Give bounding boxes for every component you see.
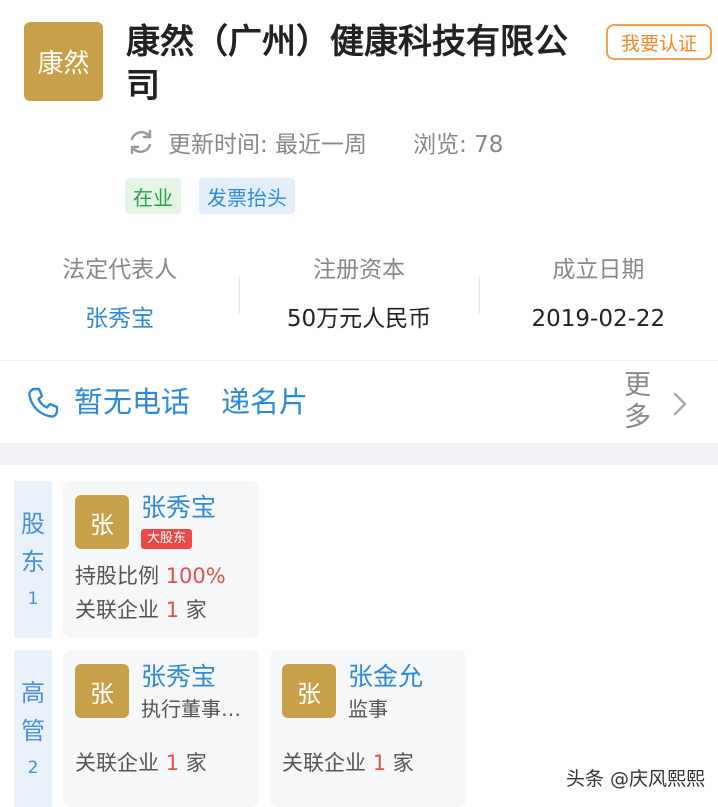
related-suffix: 家 — [392, 751, 414, 775]
legal-representative: 法定代表人 张秀宝 — [0, 250, 239, 342]
related-prefix: 关联企业 — [282, 751, 366, 775]
related-prefix: 关联企业 — [75, 751, 159, 775]
legal-rep-label: 法定代表人 — [62, 257, 178, 283]
related-prefix: 关联企业 — [75, 598, 159, 622]
executive-card[interactable]: 张 张秀宝 执行董事兼总经理 关联企业 1 家 — [63, 650, 259, 807]
shareholders-label[interactable]: 股东 1 — [14, 481, 52, 638]
avatar: 张 — [75, 495, 129, 549]
related-companies[interactable]: 关联企业 1 家 — [75, 595, 207, 625]
verify-button[interactable]: 我要认证 — [606, 24, 712, 60]
update-time: 更新时间: 最近一周 — [168, 132, 368, 158]
executives-title: 高管 — [21, 679, 45, 745]
executive-role: 监事 — [348, 697, 388, 721]
no-phone-text[interactable]: 暂无电话 — [74, 380, 190, 424]
executive-name[interactable]: 张金允 — [348, 660, 423, 694]
related-suffix: 家 — [185, 751, 207, 775]
avatar: 张 — [75, 664, 129, 718]
major-shareholder-badge: 大股东 — [141, 529, 193, 549]
send-card-button[interactable]: 递名片 — [221, 380, 308, 424]
related-count: 1 — [372, 751, 387, 775]
executive-role: 执行董事兼总经理 — [141, 697, 259, 721]
related-companies[interactable]: 关联企业 1 家 — [282, 748, 414, 778]
shareholders-count: 1 — [27, 589, 39, 609]
shareholders-title: 股东 — [21, 510, 45, 576]
date-value: 2019-02-22 — [531, 306, 666, 332]
chevron-right-icon[interactable] — [671, 390, 689, 418]
meta-row: 更新时间: 最近一周 浏览: 78 — [126, 124, 503, 160]
related-count: 1 — [165, 598, 180, 622]
view-count: 浏览: 78 — [413, 132, 504, 158]
company-logo-text: 康然 — [37, 49, 90, 79]
capital-label: 注册资本 — [312, 257, 405, 283]
holding-ratio: 持股比例 100% — [75, 561, 226, 591]
shareholder-name[interactable]: 张秀宝 — [141, 491, 216, 525]
related-companies[interactable]: 关联企业 1 家 — [75, 748, 207, 778]
company-name: 康然（广州）健康科技有限公司 — [126, 22, 568, 106]
legal-rep-link[interactable]: 张秀宝 — [0, 299, 239, 339]
divider — [0, 360, 718, 361]
related-suffix: 家 — [185, 598, 207, 622]
contact-row: 暂无电话 递名片 更多 — [0, 362, 718, 442]
holding-ratio-value: 100% — [165, 564, 226, 588]
related-count: 1 — [165, 751, 180, 775]
registered-capital: 注册资本 50万元人民币 — [239, 250, 478, 342]
phone-icon[interactable] — [26, 386, 60, 420]
executives-label[interactable]: 高管 2 — [14, 650, 52, 807]
company-logo: 康然 — [24, 22, 103, 101]
watermark: 头条 @庆风熙熙 — [566, 768, 706, 790]
refresh-icon — [130, 129, 152, 155]
section-separator — [0, 443, 718, 465]
status-tags: 在业 发票抬头 — [125, 178, 295, 214]
more-button[interactable]: 更多 — [624, 370, 654, 434]
executive-card[interactable]: 张 张金允 监事 关联企业 1 家 — [270, 650, 466, 807]
holding-ratio-label: 持股比例 — [75, 564, 159, 588]
status-badge: 在业 — [125, 178, 181, 214]
date-label: 成立日期 — [552, 257, 645, 283]
invoice-title-tag[interactable]: 发票抬头 — [199, 178, 295, 214]
executives-count: 2 — [27, 758, 39, 778]
shareholder-card[interactable]: 张 张秀宝 大股东 持股比例 100% 关联企业 1 家 — [63, 481, 259, 638]
basic-info: 法定代表人 张秀宝 注册资本 50万元人民币 成立日期 2019-02-22 — [0, 250, 718, 342]
establish-date: 成立日期 2019-02-22 — [478, 250, 718, 342]
avatar: 张 — [282, 664, 336, 718]
executive-name[interactable]: 张秀宝 — [141, 660, 216, 694]
capital-value: 50万元人民币 — [286, 306, 432, 332]
